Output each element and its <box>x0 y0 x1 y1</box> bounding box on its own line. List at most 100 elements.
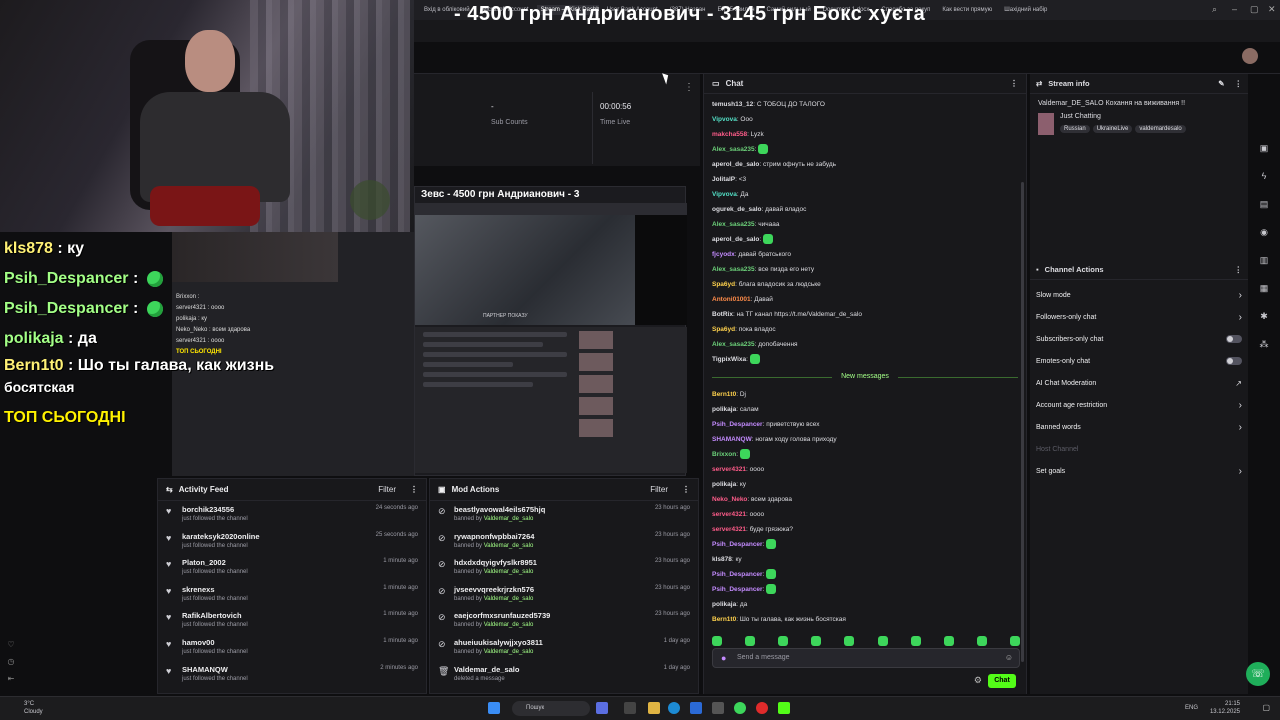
moderator-name[interactable]: Valdemar_de_salo <box>484 516 534 522</box>
chat-message[interactable]: Psih_Despancer: <box>704 582 1026 597</box>
chat-username[interactable]: Bern1t0 <box>712 391 736 398</box>
gift-icon[interactable]: ▤ <box>1256 196 1272 212</box>
chat-message[interactable]: BotRix: на ТГ канал https://t.me/Valdema… <box>704 307 1026 322</box>
feed-username[interactable]: hdxdxdqyigvfyslkr8951 <box>454 558 655 567</box>
feed-username[interactable]: eaejcorfmxsrunfauzed5739 <box>454 611 655 620</box>
feed-item[interactable]: ⊘ ahueiuukisalywjjxyo3811 banned by Valdem… <box>430 634 698 661</box>
emote-icon[interactable] <box>877 636 888 646</box>
chat-message[interactable]: TigpixWixa: <box>704 352 1026 367</box>
more-options-icon[interactable]: ⋮ <box>1010 79 1018 88</box>
layout-icon[interactable]: ▦ <box>1256 280 1272 296</box>
chat-message[interactable]: Alex_sasa235: чичааа <box>704 217 1026 232</box>
feed-item[interactable]: ♥ skrenexs just followed the channel 1 minu… <box>158 581 426 608</box>
clock[interactable]: 21:15 13.12.2025 <box>1210 700 1240 716</box>
channel-action-item[interactable]: Slow mode › <box>1030 284 1248 306</box>
moderator-name[interactable]: Valdemar_de_salo <box>484 543 534 549</box>
more-options-icon[interactable]: ⋮ <box>1235 79 1243 88</box>
share-icon[interactable]: ⁂ <box>1256 336 1272 352</box>
channel-action-item[interactable]: Subscribers-only chat <box>1030 328 1248 350</box>
feed-username[interactable]: ahueiuukisalywjjxyo3811 <box>454 638 664 647</box>
feed-item[interactable]: ⊘ rywapnonfwpbbai7264 banned by Valdemar_d… <box>430 528 698 555</box>
emoji-icon[interactable]: ☺ <box>1005 649 1013 667</box>
chat-username[interactable]: makcha558 <box>712 131 747 138</box>
lightning-icon[interactable]: ϟ <box>1256 168 1272 184</box>
more-options-icon[interactable]: ⋮ <box>684 82 694 93</box>
close-icon[interactable]: ✕ <box>1268 4 1276 15</box>
feed-username[interactable]: Platon_2002 <box>182 558 383 567</box>
emote-icon[interactable] <box>712 636 722 646</box>
chat-message[interactable]: Neko_Neko: всем здарова <box>704 492 1026 507</box>
moderator-name[interactable]: Valdemar_de_salo <box>484 569 534 575</box>
feed-item[interactable]: ♥ RafikAlbertovich just followed the chann… <box>158 607 426 634</box>
chat-message[interactable]: kls878: ку <box>704 552 1026 567</box>
chat-message[interactable]: Vipvova: Да <box>704 187 1026 202</box>
chat-message[interactable]: server4321: оооо <box>704 462 1026 477</box>
chat-username[interactable]: polikaja <box>712 481 736 488</box>
poll-icon[interactable]: ▥ <box>1256 252 1272 268</box>
chat-username[interactable]: Spa6yd <box>712 281 735 288</box>
app-icon[interactable] <box>596 702 608 714</box>
feed-item[interactable]: ⊘ beastlyavowal4eils675hjq banned by Valde… <box>430 501 698 528</box>
chat-username[interactable]: Neko_Neko <box>712 496 747 503</box>
chat-username[interactable]: server4321 <box>712 511 746 518</box>
channel-action-item[interactable]: Account age restriction › <box>1030 394 1248 416</box>
windows-start-icon[interactable] <box>488 702 500 714</box>
dashboard-icon[interactable]: ▣ <box>1256 140 1272 156</box>
chat-message-input[interactable]: Send a message ● ☺ <box>712 648 1020 668</box>
chat-message[interactable]: Alex_sasa235: <box>704 142 1026 157</box>
emote-icon[interactable] <box>976 636 987 646</box>
microphone-icon[interactable]: ● <box>721 653 726 663</box>
browser-tab[interactable]: Как вести прямую <box>938 5 996 15</box>
chat-username[interactable]: aperol_de_salo <box>712 161 759 168</box>
chat-username[interactable]: Psih_Despancer <box>712 571 763 578</box>
feed-username[interactable]: jvseevvqreekrjrzkn576 <box>454 585 655 594</box>
chat-message[interactable]: makcha558: Lyzk <box>704 127 1026 142</box>
feed-username[interactable]: hamov00 <box>182 638 383 647</box>
feed-item[interactable]: ⊘ jvseevvqreekrjrzkn576 banned by Valdemar… <box>430 581 698 608</box>
message-icon[interactable]: ◉ <box>1256 224 1272 240</box>
chat-send-button[interactable]: Chat <box>988 674 1016 688</box>
chat-message[interactable]: Vipvova: Ооо <box>704 112 1026 127</box>
chat-username[interactable]: polikaja <box>712 406 736 413</box>
feed-username[interactable]: Valdemar_de_salo <box>454 665 664 674</box>
chat-username[interactable]: polikaja <box>712 601 736 608</box>
feed-item[interactable]: ♥ karateksyk2020online just followed the c… <box>158 528 426 555</box>
emote-icon[interactable] <box>1009 636 1020 646</box>
chat-message[interactable]: SHAMANQW: ногам ходу голова приходу <box>704 432 1026 447</box>
channel-action-item[interactable]: Emotes-only chat <box>1030 350 1248 372</box>
moderator-name[interactable]: Valdemar_de_salo <box>484 622 534 628</box>
chat-message[interactable]: polikaja: салам <box>704 402 1026 417</box>
chat-message[interactable]: server4321: буде грязюка? <box>704 522 1026 537</box>
channel-action-item[interactable]: Banned words › <box>1030 416 1248 438</box>
chat-username[interactable]: temush13_12 <box>712 101 753 108</box>
chat-username[interactable]: JolitalP <box>712 176 735 183</box>
chat-username[interactable]: fjcyodx <box>712 251 735 258</box>
chat-message[interactable]: aperol_de_salo: стрим офнуть не забудь <box>704 157 1026 172</box>
chat-username[interactable]: server4321 <box>712 526 746 533</box>
more-options-icon[interactable]: ⋮ <box>410 485 418 494</box>
feed-username[interactable]: SHAMANQW <box>182 665 380 674</box>
emote-icon[interactable] <box>910 636 921 646</box>
more-options-icon[interactable]: ⋮ <box>682 485 690 494</box>
chat-message[interactable]: Spa6yd: блага владосик за людське <box>704 277 1026 292</box>
chat-message[interactable]: JolitalP: <3 <box>704 172 1026 187</box>
heart-icon[interactable]: ♡ <box>4 640 18 649</box>
chat-message[interactable]: Bern1t0: Dj <box>704 387 1026 402</box>
edit-icon[interactable]: ✎ <box>1218 79 1224 88</box>
weather-widget[interactable]: 3°C Cloudy <box>24 700 43 716</box>
language-indicator[interactable]: ENG <box>1185 705 1198 711</box>
task-view-icon[interactable] <box>624 702 636 714</box>
new-messages-divider[interactable]: New messages <box>712 371 1018 383</box>
chat-username[interactable]: Alex_sasa235 <box>712 266 755 273</box>
user-avatar[interactable] <box>1242 48 1258 64</box>
filter-button[interactable]: Filter <box>378 485 396 494</box>
feed-username[interactable]: rywapnonfwpbbai7264 <box>454 532 655 541</box>
browser-tab[interactable]: Шахідний набір <box>1000 5 1051 15</box>
chat-username[interactable]: Psih_Despancer <box>712 586 763 593</box>
chat-username[interactable]: Alex_sasa235 <box>712 146 755 153</box>
emote-icon[interactable] <box>745 636 756 646</box>
support-chat-icon[interactable]: ☏ <box>1246 662 1270 686</box>
feed-item[interactable]: ⊘ hdxdxdqyigvfyslkr8951 banned by Valdemar… <box>430 554 698 581</box>
chat-message[interactable]: ogurek_de_salo: давай владос <box>704 202 1026 217</box>
channel-action-item[interactable]: AI Chat Moderation ↗ <box>1030 372 1248 394</box>
